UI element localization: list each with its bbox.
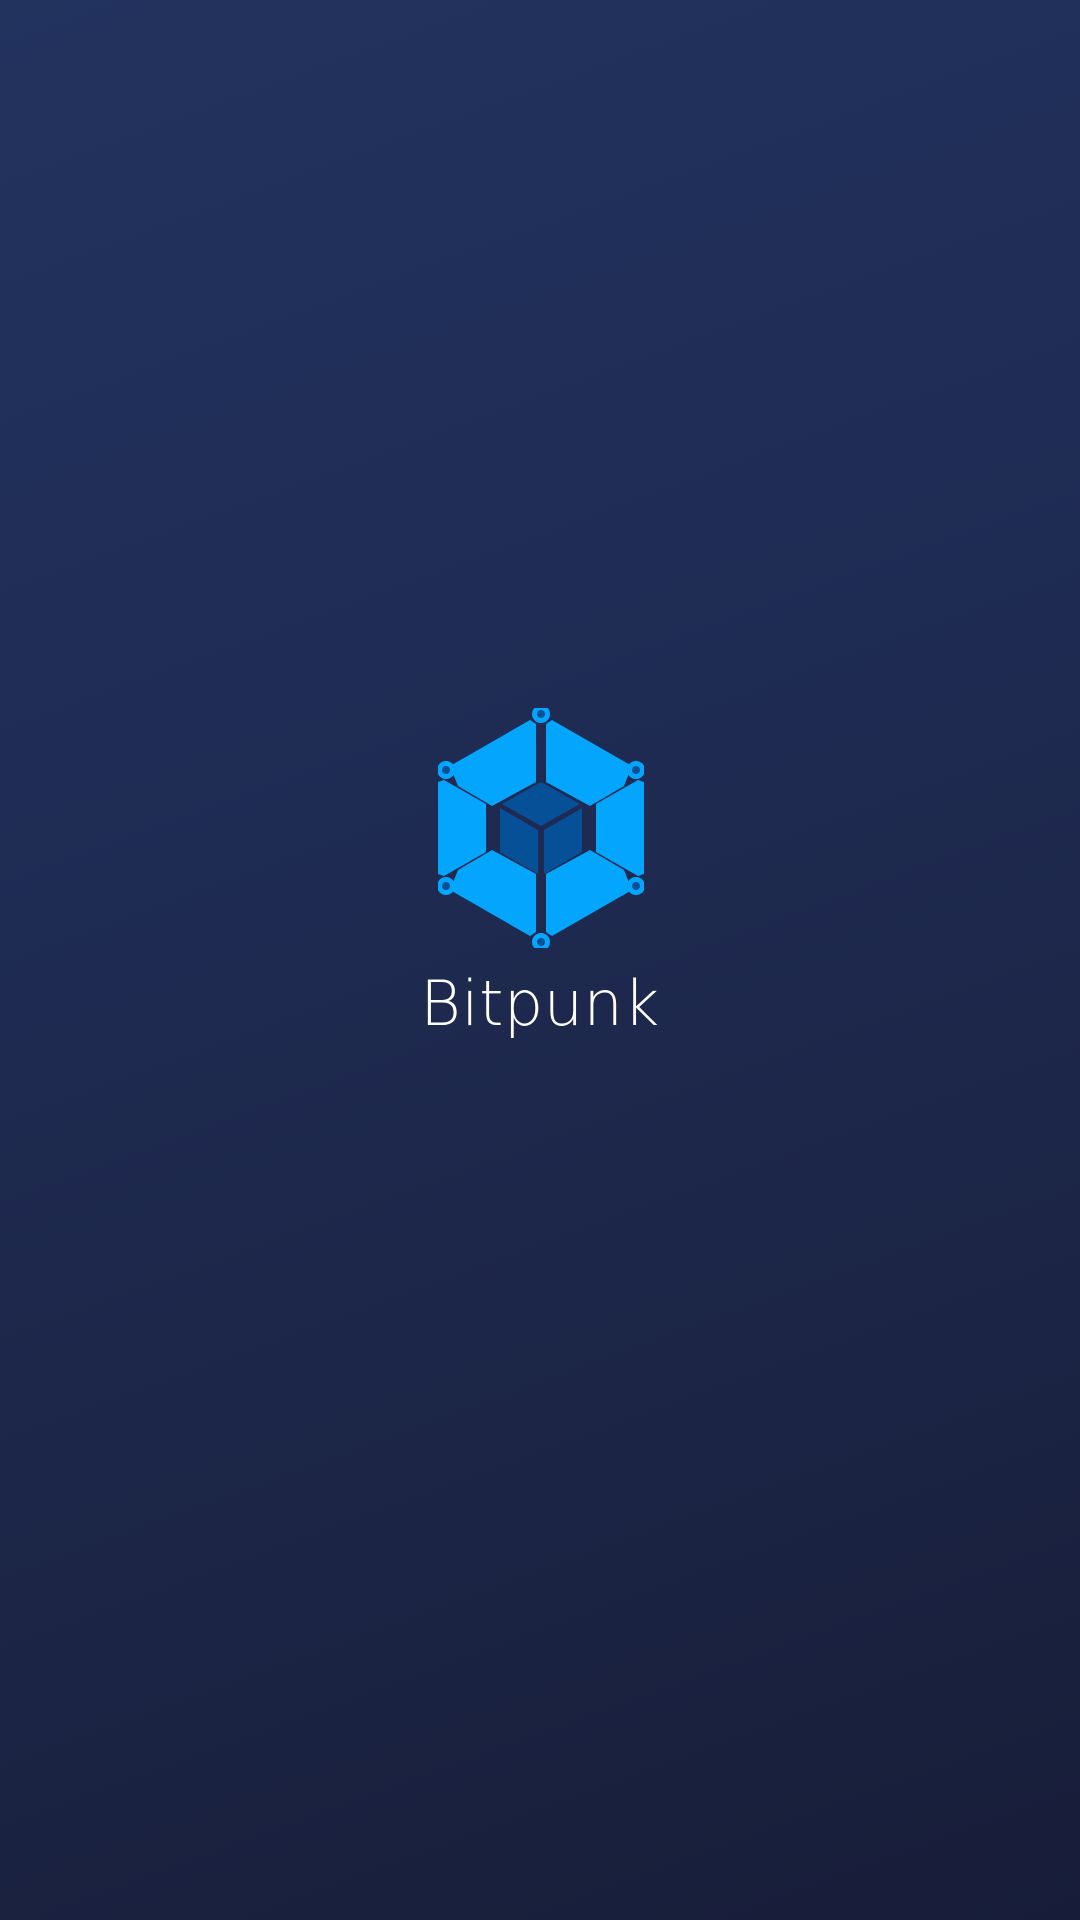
logo-outer-segments xyxy=(438,720,644,936)
app-logo xyxy=(438,708,644,948)
hexagon-cube-icon xyxy=(438,708,644,948)
logo-inner-cube xyxy=(500,782,582,874)
app-name: Bitpunk xyxy=(420,967,660,1040)
splash-screen: Bitpunk xyxy=(0,0,1080,1920)
